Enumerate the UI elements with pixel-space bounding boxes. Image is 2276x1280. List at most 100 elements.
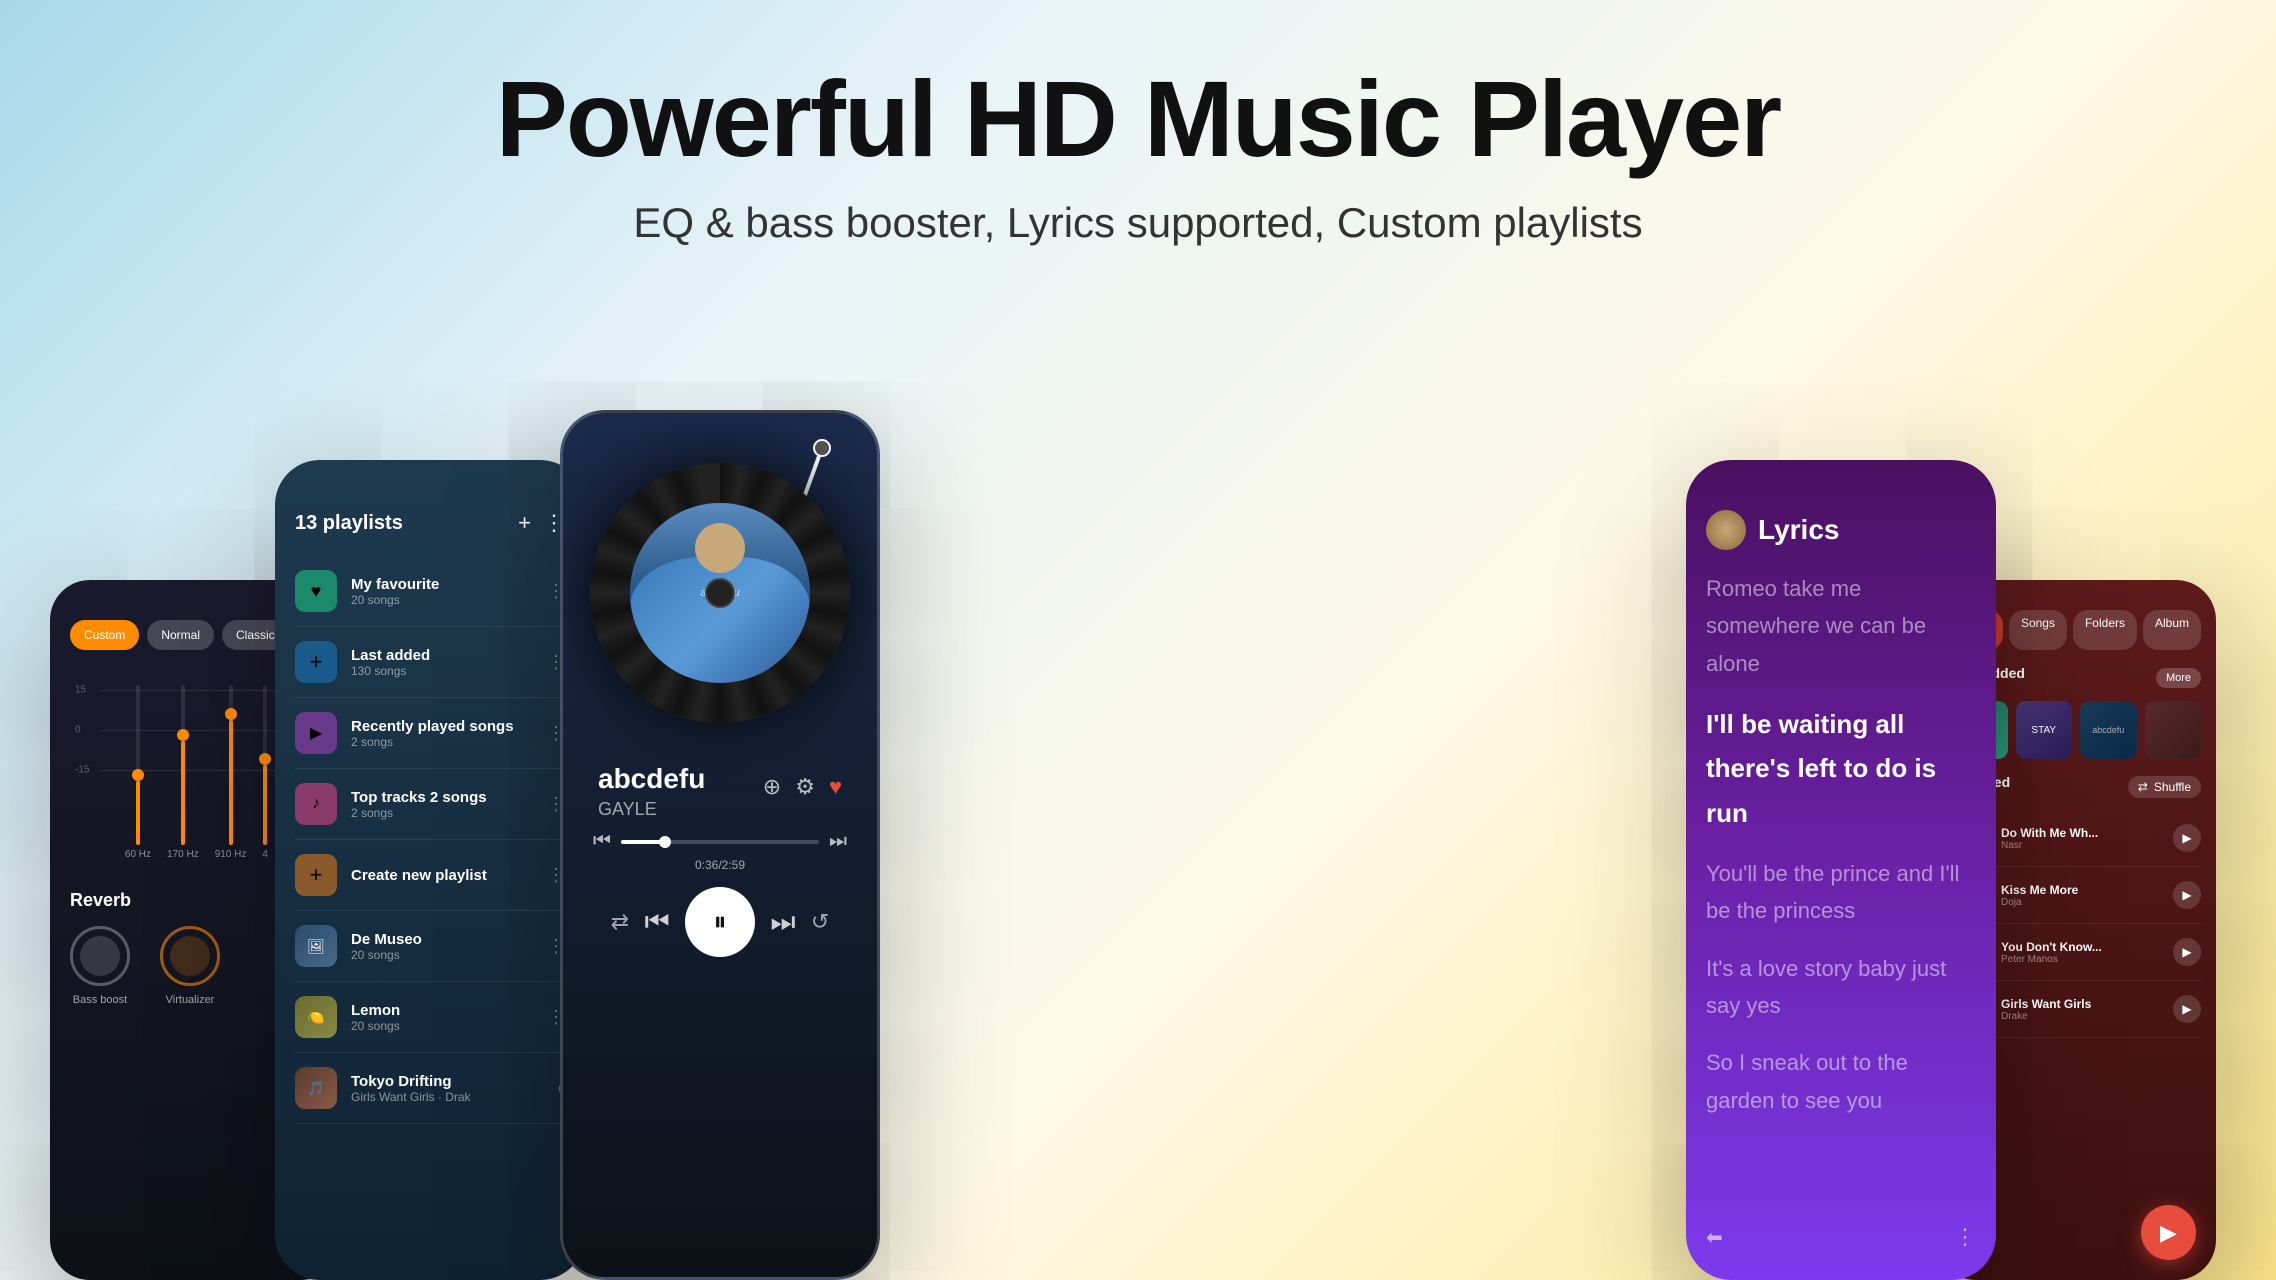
list-item[interactable]: 🎵 Tokyo Drifting Girls Want Girls · Drak… — [295, 1053, 565, 1124]
playlist-song-count: 2 songs — [351, 735, 533, 749]
play-icon: ▶ — [2160, 1220, 2177, 1246]
playlist-info-recently-played: Recently played songs 2 songs — [351, 718, 533, 749]
playlist-content: 13 playlists + ⋮ ♥ My favourite 20 songs… — [275, 460, 585, 1280]
playlist-name: Recently played songs — [351, 718, 533, 735]
playlist-song-count: 20 songs — [351, 948, 533, 962]
list-item[interactable]: + Create new playlist ⋮ — [295, 840, 565, 911]
progress-container[interactable]: ⏮ ⏭ 0:36/2:59 — [583, 830, 857, 872]
record-center — [705, 578, 735, 608]
vinyl-record: abcdefu — [590, 463, 850, 723]
playlist-count-title: 13 playlists — [295, 512, 403, 535]
lib-tab-folders[interactable]: Folders — [2073, 610, 2137, 650]
list-item[interactable]: ▶ Recently played songs 2 songs ⋮ — [295, 698, 565, 769]
song-name: Kiss Me More — [2001, 883, 2163, 897]
shuffle-icon: ⇄ — [2138, 780, 2148, 794]
rewind-10-icon[interactable]: ⏮ — [593, 830, 611, 853]
shuffle-label: Shuffle — [2154, 780, 2191, 794]
lib-tab-songs[interactable]: Songs — [2009, 610, 2067, 650]
playlist-icon-lemon: 🍋 — [295, 996, 337, 1038]
playlist-add-icon[interactable]: ⊕ — [763, 774, 781, 800]
playlist-info-top-tracks: Top tracks 2 songs 2 songs — [351, 789, 533, 820]
orange-play-button[interactable]: ▶ — [2141, 1205, 2196, 1260]
lyrics-line-2: I'll be waiting all there's left to do i… — [1706, 702, 1976, 835]
playlist-song-count: 130 songs — [351, 664, 533, 678]
song-info: You Don't Know... Peter Manos — [2001, 940, 2163, 965]
eq-tab-normal[interactable]: Normal — [147, 620, 214, 650]
playlist-icon-top-tracks: ♪ — [295, 783, 337, 825]
next-button[interactable]: ⏭ — [770, 906, 795, 939]
playlist-name: My favourite — [351, 576, 533, 593]
virtualizer-label: Virtualizer — [166, 994, 215, 1006]
lyrics-phone: Lyrics Romeo take me somewhere we can be… — [1686, 460, 1996, 1280]
song-name: Do With Me Wh... — [2001, 826, 2163, 840]
song-info: Do With Me Wh... Nasr — [2001, 826, 2163, 851]
lyrics-title: Lyrics — [1758, 514, 1839, 546]
song-artist: Peter Manos — [2001, 954, 2163, 965]
eq-bar-3[interactable]: 910 Hz — [215, 685, 247, 860]
repeat-button[interactable]: ↺ — [811, 909, 829, 935]
lyrics-line-4: It's a love story baby just say yes — [1706, 950, 1976, 1025]
more-button[interactable]: More — [2156, 668, 2201, 688]
lyrics-back-icon[interactable]: ⬅ — [1706, 1225, 1723, 1250]
bass-boost-label: Bass boost — [73, 994, 127, 1006]
page-header: Powerful HD Music Player EQ & bass boost… — [0, 0, 2276, 277]
list-item[interactable]: ♪ Top tracks 2 songs 2 songs ⋮ — [295, 769, 565, 840]
playlist-name: Tokyo Drifting — [351, 1073, 544, 1090]
song-play-button[interactable]: ▶ — [2173, 881, 2201, 909]
lib-thumb-abcdefu[interactable]: abcdefu — [2080, 701, 2137, 759]
playlist-actions: + ⋮ — [518, 510, 565, 536]
list-item[interactable]: ♥ My favourite 20 songs ⋮ — [295, 556, 565, 627]
eq-bar-1[interactable]: 60 Hz — [125, 685, 151, 860]
lyrics-line-3: You'll be the prince and I'll be the pri… — [1706, 855, 1976, 930]
playlist-info-create: Create new playlist — [351, 867, 533, 884]
song-play-button[interactable]: ▶ — [2173, 824, 2201, 852]
song-name: Girls Want Girls — [2001, 997, 2163, 1011]
lyrics-line-5: So I sneak out to the garden to see you — [1706, 1044, 1976, 1119]
playlist-icon-de-museo: 🖼 — [295, 925, 337, 967]
lyrics-line-1: Romeo take me somewhere we can be alone — [1706, 570, 1976, 682]
shuffle-badge[interactable]: ⇄ Shuffle — [2128, 776, 2201, 798]
playlist-info-lemon: Lemon 20 songs — [351, 1002, 533, 1033]
lib-tab-album[interactable]: Album — [2143, 610, 2201, 650]
playlist-icon-last-added: + — [295, 641, 337, 683]
heart-icon[interactable]: ♥ — [829, 774, 842, 800]
list-item[interactable]: 🖼 De Museo 20 songs ⋮ — [295, 911, 565, 982]
list-item[interactable]: 🍋 Lemon 20 songs ⋮ — [295, 982, 565, 1053]
progress-dot — [659, 836, 671, 848]
previous-button[interactable]: ⏮ — [644, 906, 669, 939]
playlist-info-de-museo: De Museo 20 songs — [351, 931, 533, 962]
add-playlist-icon[interactable]: + — [518, 510, 531, 536]
shuffle-button[interactable]: ⇄ — [611, 909, 629, 935]
song-info: Kiss Me More Doja — [2001, 883, 2163, 908]
playlist-name: Last added — [351, 647, 533, 664]
playlist-name: De Museo — [351, 931, 533, 948]
playlist-song-count: 20 songs — [351, 593, 533, 607]
forward-10-icon[interactable]: ⏭ — [829, 830, 847, 853]
playlist-phone: 13 playlists + ⋮ ♥ My favourite 20 songs… — [275, 460, 585, 1280]
list-item[interactable]: + Last added 130 songs ⋮ — [295, 627, 565, 698]
eq-tab-custom[interactable]: Custom — [70, 620, 139, 650]
lib-thumb-extra[interactable] — [2145, 701, 2202, 759]
main-subtitle: EQ & bass booster, Lyrics supported, Cus… — [0, 199, 2276, 247]
song-play-button[interactable]: ▶ — [2173, 938, 2201, 966]
pause-icon: ⏸ — [713, 906, 726, 938]
playlist-header: 13 playlists + ⋮ — [295, 510, 565, 536]
lyrics-header: Lyrics — [1706, 510, 1976, 550]
eq-bar-4[interactable]: 4 — [262, 685, 268, 860]
bass-boost-knob[interactable]: Bass boost — [70, 926, 130, 1006]
lyrics-more-icon[interactable]: ⋮ — [1954, 1224, 1976, 1250]
song-play-button[interactable]: ▶ — [2173, 995, 2201, 1023]
pause-button[interactable]: ⏸ — [685, 887, 755, 957]
song-artist: Drake — [2001, 1011, 2163, 1022]
playlist-name: Create new playlist — [351, 867, 533, 884]
playlist-icon-create: + — [295, 854, 337, 896]
virtualizer-knob[interactable]: Virtualizer — [160, 926, 220, 1006]
eq-icon[interactable]: ⚙ — [795, 774, 815, 800]
eq-bar-2[interactable]: 170 Hz — [167, 685, 199, 860]
lib-thumb-stay[interactable]: STAY — [2016, 701, 2073, 759]
song-info: Girls Want Girls Drake — [2001, 997, 2163, 1022]
progress-bar[interactable] — [621, 840, 819, 844]
record-container: abcdefu — [583, 433, 857, 753]
playlist-song-count: 20 songs — [351, 1019, 533, 1033]
player-phone: abcdefu abcdefu GAYLE ⊕ ⚙ ♥ — [560, 410, 880, 1280]
